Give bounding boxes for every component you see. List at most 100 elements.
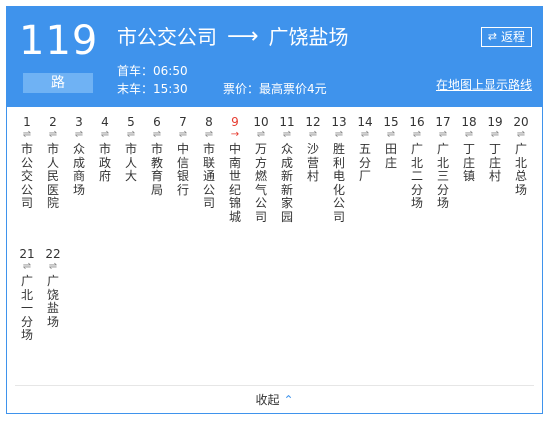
stop-number: 16 [409, 115, 425, 129]
stop-name: 丁庄村 [488, 142, 501, 184]
stop-item[interactable]: 6 ⇌ 市教育局 [145, 115, 169, 197]
stop-name: 市政府 [98, 142, 111, 184]
direction-icon: ⇌ [178, 129, 188, 140]
fare-info: 票价：最高票价4元 [223, 82, 327, 96]
stop-name: 众成新新家园 [280, 142, 293, 224]
direction-icon: ⇌ [100, 129, 110, 140]
stop-name: 广北二分场 [410, 142, 423, 211]
direction-icon: ⇌ [22, 261, 32, 272]
first-bus-time: 首车：06:50 [117, 64, 188, 78]
stop-name: 市联通公司 [202, 142, 215, 211]
stop-name: 市公交公司 [20, 142, 33, 211]
stop-number: 18 [461, 115, 477, 129]
stop-item[interactable]: 2 ⇌ 市人民医院 [41, 115, 65, 211]
stop-name: 田庄 [384, 142, 397, 170]
stop-item[interactable]: 17 ⇌ 广北三分场 [431, 115, 455, 211]
stop-name: 市人大 [124, 142, 137, 184]
stop-item[interactable]: 12 ⇌ 沙营村 [301, 115, 325, 184]
return-label: 返程 [500, 30, 525, 44]
stop-item[interactable]: 22 ⇌ 广饶盐场 [41, 247, 65, 329]
stop-number: 3 [75, 115, 83, 129]
stop-item[interactable]: 11 ⇌ 众成新新家园 [275, 115, 299, 225]
stop-item[interactable]: 16 ⇌ 广北二分场 [405, 115, 429, 211]
stop-number: 9 [231, 115, 239, 129]
stop-item[interactable]: 3 ⇌ 众成商场 [67, 115, 91, 197]
stop-number: 7 [179, 115, 187, 129]
direction-icon: ⇌ [386, 129, 396, 140]
collapse-button[interactable]: 收起 ⌃ [7, 391, 542, 409]
divider [15, 385, 534, 386]
stop-item[interactable]: 14 ⇌ 五分厂 [353, 115, 377, 184]
direction-icon: ⇌ [48, 129, 58, 140]
stop-item[interactable]: 10 ⇌ 万方燃气公司 [249, 115, 273, 225]
stop-number: 19 [487, 115, 503, 129]
stop-item[interactable]: 21 ⇌ 广北一分场 [15, 247, 39, 343]
direction-icon: ⇌ [334, 129, 344, 140]
stop-number: 15 [383, 115, 399, 129]
direction-icon: ⇌ [464, 129, 474, 140]
stop-item[interactable]: 18 ⇌ 丁庄镇 [457, 115, 481, 184]
stop-number: 5 [127, 115, 135, 129]
stop-name: 市教育局 [150, 142, 163, 197]
stop-number: 17 [435, 115, 451, 129]
swap-icon: ⇄ [487, 30, 497, 43]
stop-name: 众成商场 [72, 142, 85, 197]
stop-name: 万方燃气公司 [254, 142, 267, 224]
stop-number: 14 [357, 115, 373, 129]
stop-name: 广北三分场 [436, 142, 449, 211]
stop-number: 10 [253, 115, 269, 129]
show-on-map-link[interactable]: 在地图上显示路线 [436, 77, 532, 93]
route-destination: 广饶盐场 [268, 25, 349, 49]
stop-item[interactable]: 1 ⇌ 市公交公司 [15, 115, 39, 211]
stop-number: 6 [153, 115, 161, 129]
stop-name: 市人民医院 [46, 142, 59, 211]
stop-item[interactable]: 20 ⇌ 广北总场 [509, 115, 533, 197]
direction-icon: ⇌ [74, 129, 84, 140]
stop-name: 胜利电化公司 [332, 142, 345, 224]
stop-number: 21 [19, 247, 35, 261]
stop-item[interactable]: 13 ⇌ 胜利电化公司 [327, 115, 351, 225]
stop-number: 20 [513, 115, 529, 129]
direction-icon: ⇌ [360, 129, 370, 140]
stop-item[interactable]: 9 → 中南世纪锦城 [223, 115, 247, 225]
route-origin: 市公交公司 [117, 25, 217, 49]
stop-name: 中信银行 [176, 142, 189, 197]
collapse-label: 收起 [255, 393, 280, 407]
stop-name: 广北总场 [514, 142, 527, 197]
stop-name: 沙营村 [306, 142, 319, 184]
stop-item[interactable]: 8 ⇌ 市联通公司 [197, 115, 221, 211]
direction-arrow-icon: ⟶ [227, 24, 259, 49]
stop-item[interactable]: 4 ⇌ 市政府 [93, 115, 117, 184]
current-direction-icon: → [230, 129, 240, 140]
direction-icon: ⇌ [516, 129, 526, 140]
stop-name: 丁庄镇 [462, 142, 475, 184]
stop-name: 五分厂 [358, 142, 371, 184]
stop-number: 8 [205, 115, 213, 129]
direction-icon: ⇌ [256, 129, 266, 140]
return-route-button[interactable]: ⇄ 返程 [480, 27, 532, 47]
stop-name: 广饶盐场 [46, 274, 59, 329]
stop-name: 中南世纪锦城 [228, 142, 241, 224]
direction-icon: ⇌ [412, 129, 422, 140]
route-title: 市公交公司 ⟶ 广饶盐场 [117, 23, 349, 51]
direction-icon: ⇌ [22, 129, 32, 140]
stop-number: 11 [279, 115, 295, 129]
stop-item[interactable]: 5 ⇌ 市人大 [119, 115, 143, 184]
stop-number: 4 [101, 115, 109, 129]
direction-icon: ⇌ [204, 129, 214, 140]
direction-icon: ⇌ [282, 129, 292, 140]
direction-icon: ⇌ [308, 129, 318, 140]
stop-number: 12 [305, 115, 321, 129]
direction-icon: ⇌ [490, 129, 500, 140]
stop-item[interactable]: 15 ⇌ 田庄 [379, 115, 403, 170]
stop-number: 1 [23, 115, 31, 129]
direction-icon: ⇌ [438, 129, 448, 140]
direction-icon: ⇌ [126, 129, 136, 140]
route-header: 119 路 市公交公司 ⟶ 广饶盐场 首车：06:50 末车：15:30 票价：… [7, 7, 542, 107]
stop-item[interactable]: 7 ⇌ 中信银行 [171, 115, 195, 197]
route-suffix: 路 [23, 73, 93, 93]
last-bus-time: 末车：15:30 [117, 82, 188, 96]
route-number: 119 [19, 18, 99, 64]
stop-item[interactable]: 19 ⇌ 丁庄村 [483, 115, 507, 184]
stop-number: 2 [49, 115, 57, 129]
